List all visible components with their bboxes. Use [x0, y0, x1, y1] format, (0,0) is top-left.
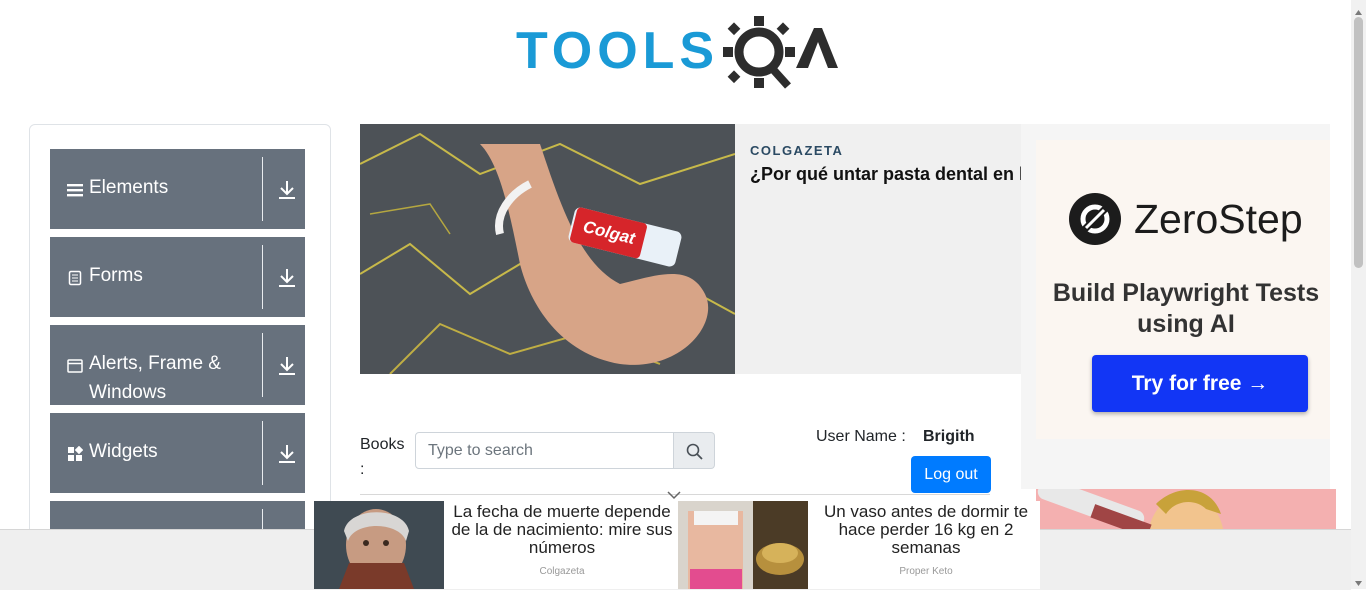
bottom-ad-card[interactable]: Un vaso antes de dormir te hace perder 1… — [678, 501, 1040, 589]
search-box — [415, 432, 715, 469]
ad-photo[interactable]: Colgat — [360, 124, 736, 374]
zerostep-ad-container: ZeroStep Build Playwright Tests using AI… — [1021, 124, 1330, 489]
vertical-scrollbar[interactable] — [1351, 0, 1366, 589]
search-button[interactable] — [674, 432, 715, 469]
download-arrow-icon[interactable] — [278, 268, 296, 288]
zerostep-tagline: Build Playwright Tests using AI — [1052, 279, 1320, 338]
scrollbar-thumb[interactable] — [1354, 17, 1363, 268]
zerostep-ad[interactable]: ZeroStep Build Playwright Tests using AI… — [1036, 140, 1330, 439]
sidebar: Elements Forms Alerts, Frame & Windows W… — [29, 124, 331, 546]
sidebar-group-alerts-frame-windows[interactable]: Alerts, Frame & Windows — [50, 325, 305, 405]
bottom-ad-source: Proper Keto — [899, 566, 953, 577]
bottom-advertisement[interactable]: La fecha de muerte depende de la de naci… — [314, 501, 1040, 589]
user-name-label: User Name : — [816, 428, 906, 445]
ad-brand[interactable]: COLGAZETA — [750, 143, 843, 158]
bottom-ad-title[interactable]: La fecha de muerte depende de la de naci… — [444, 503, 680, 557]
download-arrow-icon[interactable] — [278, 444, 296, 464]
document-icon — [67, 270, 83, 286]
sidebar-group-label: Forms — [89, 265, 143, 286]
zerostep-name: ZeroStep — [1134, 196, 1303, 242]
hamburger-icon — [67, 182, 83, 198]
sidebar-group-label: Widgets — [89, 441, 158, 462]
sidebar-group-widgets[interactable]: Widgets — [50, 413, 305, 493]
bottom-ad-card[interactable]: La fecha de muerte depende de la de naci… — [314, 501, 678, 589]
toolsqa-logo[interactable]: TOOLS — [516, 16, 840, 92]
widgets-icon — [67, 445, 84, 462]
svg-text:TOOLS: TOOLS — [516, 22, 716, 80]
scroll-down-arrow-icon[interactable] — [1354, 575, 1363, 586]
bottom-ad-title[interactable]: Un vaso antes de dormir te hace perder 1… — [808, 503, 1044, 557]
user-name-value: Brigith — [923, 428, 975, 445]
separator — [262, 157, 263, 221]
window-icon — [67, 358, 83, 374]
zerostep-logo-icon — [1068, 192, 1122, 246]
download-arrow-icon[interactable] — [278, 180, 296, 200]
search-input[interactable] — [415, 432, 674, 469]
try-for-free-button[interactable]: Try for free → — [1092, 355, 1308, 412]
ad-image-elderly-woman[interactable] — [314, 501, 444, 589]
ad-image-fitness[interactable] — [678, 501, 808, 589]
separator — [262, 421, 263, 485]
scroll-up-arrow-icon[interactable] — [1354, 4, 1363, 15]
books-label: Books : — [360, 436, 405, 478]
ad-headline[interactable]: ¿Por qué untar pasta dental en l — [750, 164, 1022, 185]
sidebar-group-forms[interactable]: Forms — [50, 237, 305, 317]
logout-button[interactable]: Log out — [911, 456, 991, 493]
advertisement-banner[interactable]: Colgat COLGAZETA ¿Por qué untar pasta de… — [360, 124, 1022, 374]
download-arrow-icon[interactable] — [278, 356, 296, 376]
sidebar-group-elements[interactable]: Elements — [50, 149, 305, 229]
separator — [262, 245, 263, 309]
sidebar-group-label: Elements — [89, 177, 169, 198]
bottom-ad-source: Colgazeta — [539, 566, 585, 577]
sidebar-group-label: Alerts, Frame & Windows — [89, 353, 221, 403]
separator — [262, 333, 263, 397]
